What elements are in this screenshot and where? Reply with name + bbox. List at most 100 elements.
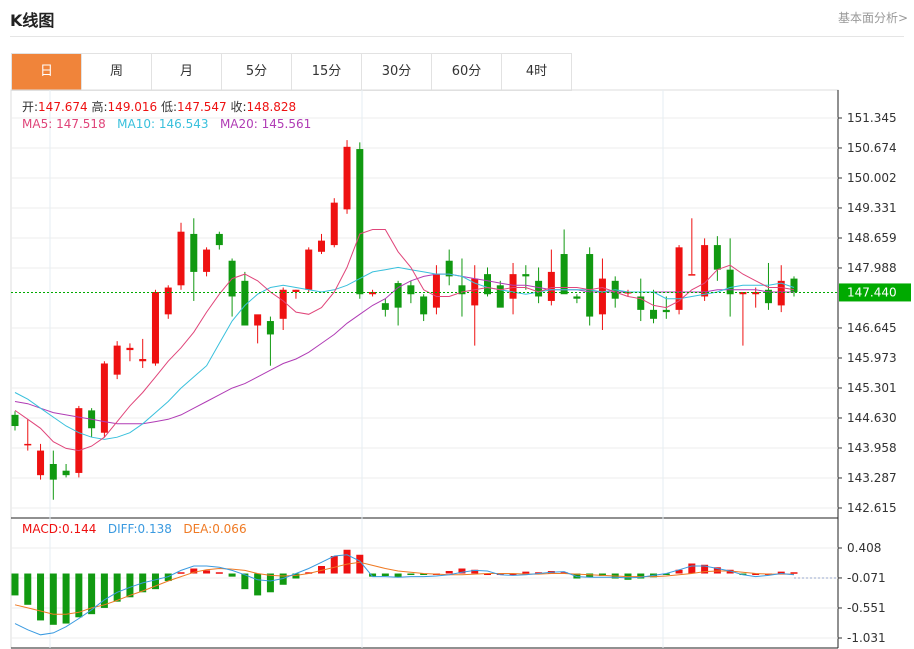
ma20-label: MA20: — [219, 117, 258, 131]
price-tick-label: 143.958 — [847, 441, 897, 455]
current-price-label: 147.440 — [847, 285, 897, 299]
candle-body — [586, 254, 594, 317]
price-tick-label: 146.645 — [847, 321, 897, 335]
macd-bar — [330, 556, 338, 574]
dea-label: DEA: — [183, 522, 213, 536]
chart-frame — [10, 89, 839, 649]
high-value: 149.016 — [107, 100, 158, 114]
candle-body — [381, 303, 389, 310]
candle-body — [509, 274, 517, 299]
macd-readout: MACD:0.144 DIFF:0.138 DEA:0.066 — [22, 522, 247, 536]
macd-tick-label: -0.071 — [847, 571, 886, 585]
macd-label: MACD: — [22, 522, 63, 536]
price-tick-label: 150.002 — [847, 171, 897, 185]
candle-body — [37, 450, 45, 476]
macd-bar — [343, 549, 351, 574]
candle-body — [726, 269, 734, 295]
price-tick-label: 149.331 — [847, 201, 897, 215]
candle-body — [688, 274, 696, 276]
candle-body — [62, 470, 70, 476]
macd-tick-label: -0.551 — [847, 601, 886, 615]
close-value: 148.828 — [246, 100, 297, 114]
price-tick-label: 151.345 — [847, 111, 897, 125]
macd-bar — [24, 573, 32, 605]
candle-body — [547, 271, 555, 301]
candle-body — [151, 292, 159, 364]
ma10-label: MA10: — [117, 117, 156, 131]
candle-body — [292, 289, 300, 293]
macd-bar — [37, 573, 45, 621]
price-tick-label: 142.615 — [847, 501, 897, 515]
candle-body — [11, 414, 19, 427]
price-tick-label: 145.301 — [847, 381, 897, 395]
candle-body — [190, 233, 198, 272]
price-tick-label: 150.674 — [847, 141, 897, 155]
ma-readout: MA5: 147.518 MA10: 146.543 MA20: 145.561 — [22, 117, 311, 131]
price-tick-label: 148.659 — [847, 231, 897, 245]
candle-body — [305, 249, 313, 290]
candle-body — [279, 289, 287, 319]
price-tick-label: 143.287 — [847, 471, 897, 485]
candle-body — [343, 146, 351, 210]
candle-body — [139, 359, 147, 362]
candle-body — [24, 443, 32, 446]
macd-bar — [49, 573, 57, 625]
candle-body — [560, 254, 568, 295]
open-label: 开: — [22, 100, 39, 114]
candle-body — [254, 314, 262, 326]
ma20-value: 145.561 — [261, 117, 312, 131]
candle-body — [713, 245, 721, 270]
macd-bar — [522, 571, 530, 574]
candle-body — [598, 278, 606, 315]
price-tick-label: 144.630 — [847, 411, 897, 425]
ma10-value: 146.543 — [158, 117, 209, 131]
candle-body — [432, 274, 440, 308]
dea-value: 0.066 — [212, 522, 247, 536]
macd-bar — [790, 572, 798, 574]
candle-body — [215, 233, 223, 246]
candle-body — [650, 309, 658, 319]
macd-bar — [215, 572, 223, 574]
candle-body — [535, 280, 543, 297]
macd-bar — [100, 573, 108, 608]
macd-bar — [62, 573, 70, 624]
candle-body — [177, 231, 185, 286]
candle-body — [203, 249, 211, 272]
macd-bar — [688, 563, 696, 574]
macd-bar — [266, 573, 274, 593]
ma5-label: MA5: — [22, 117, 53, 131]
macd-bar — [445, 571, 453, 574]
macd-bar — [407, 573, 415, 576]
macd-bar — [381, 573, 389, 577]
high-label: 高: — [91, 100, 108, 114]
candle-body — [356, 149, 364, 295]
candle-body — [164, 287, 172, 315]
macd-tick-label: -1.031 — [847, 631, 886, 645]
close-label: 收: — [230, 100, 247, 114]
diff-label: DIFF: — [107, 522, 138, 536]
macd-bar — [228, 573, 236, 577]
candle-body — [777, 280, 785, 306]
open-value: 147.674 — [38, 100, 88, 114]
candle-body — [662, 309, 670, 313]
ma5-value: 147.518 — [56, 117, 106, 131]
macd-bar — [126, 573, 134, 598]
macd-bar — [113, 573, 121, 602]
candle-body — [266, 321, 274, 335]
macd-value: 0.144 — [62, 522, 97, 536]
candle-body — [496, 285, 504, 308]
candle-body — [790, 278, 798, 293]
candle-body — [420, 296, 428, 315]
candle-body — [484, 274, 492, 295]
macd-bar — [203, 570, 211, 574]
candle-body — [317, 240, 325, 252]
candle-body — [330, 202, 338, 246]
macd-bar — [254, 573, 262, 596]
price-tick-label: 147.988 — [847, 261, 897, 275]
diff-value: 0.138 — [137, 522, 172, 536]
candle-body — [126, 347, 134, 351]
candle-body — [701, 245, 709, 297]
macd-bar — [75, 573, 83, 618]
price-tick-label: 145.973 — [847, 351, 897, 365]
candle-body — [522, 274, 530, 277]
